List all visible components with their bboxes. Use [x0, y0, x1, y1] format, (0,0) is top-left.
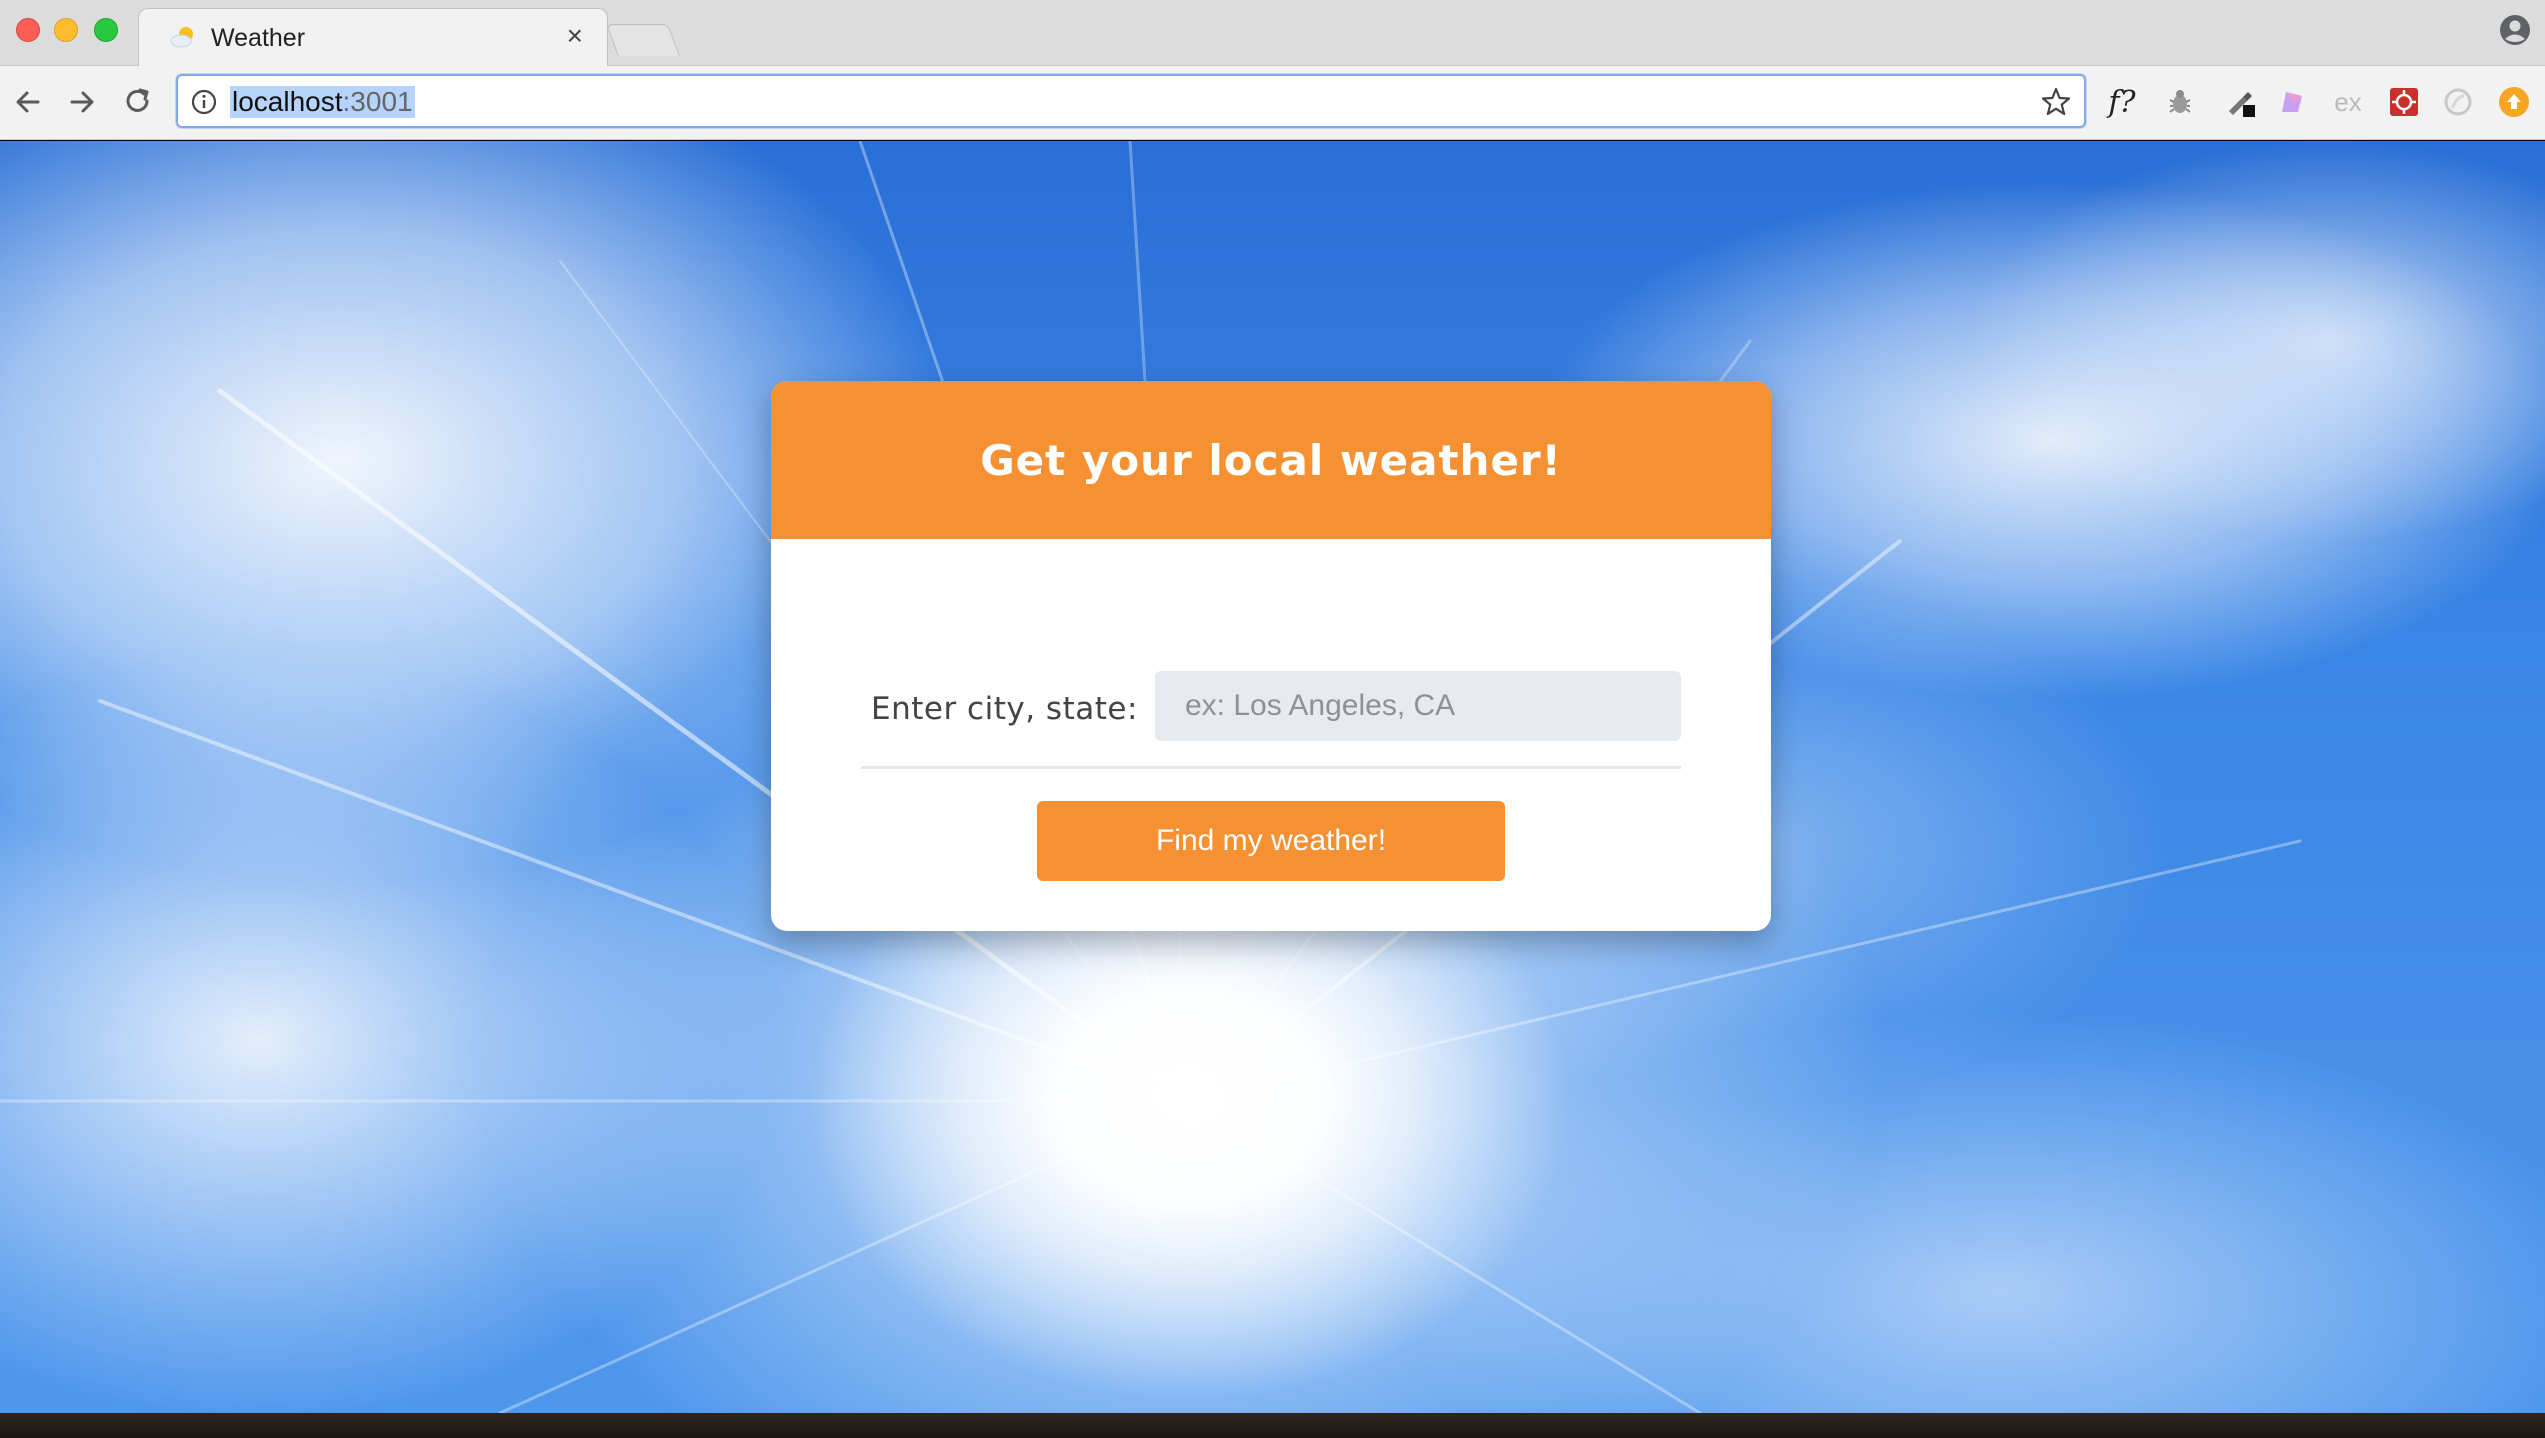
update-icon[interactable]: [2496, 84, 2532, 120]
close-window-button[interactable]: [16, 18, 40, 42]
bottom-strip: [0, 1413, 2545, 1438]
browser-tab-strip: Weather ×: [0, 0, 2545, 68]
ex-extension-icon[interactable]: ex: [2330, 84, 2366, 120]
minimize-window-button[interactable]: [54, 18, 78, 42]
find-weather-button[interactable]: Find my weather!: [1037, 801, 1505, 881]
font-finder-extension[interactable]: f?: [2104, 84, 2140, 120]
arrow-right-icon: [70, 91, 94, 113]
divider: [861, 766, 1681, 769]
tab-weather[interactable]: Weather ×: [138, 8, 608, 68]
url-text[interactable]: localhost:3001: [230, 86, 415, 118]
red-extension-icon[interactable]: [2386, 84, 2422, 120]
forward-button[interactable]: [64, 84, 100, 120]
pink-extension-icon[interactable]: [2274, 84, 2310, 120]
address-bar[interactable]: localhost:3001: [176, 74, 2086, 128]
url-host: localhost: [232, 86, 343, 117]
weather-form-card: Get your local weather! Enter city, stat…: [771, 381, 1771, 931]
info-icon[interactable]: [190, 88, 218, 116]
reload-icon: [126, 88, 149, 112]
maximize-window-button[interactable]: [94, 18, 118, 42]
reload-button[interactable]: [120, 84, 156, 120]
tab-title: Weather: [211, 24, 306, 52]
bug-extension-icon[interactable]: [2162, 84, 2198, 120]
tab-close-icon[interactable]: ×: [567, 20, 583, 51]
url-port: :3001: [342, 86, 413, 117]
city-field-label: Enter city, state:: [871, 691, 1138, 727]
card-header: Get your local weather!: [771, 381, 1771, 539]
back-button[interactable]: [10, 84, 46, 120]
city-input[interactable]: [1155, 671, 1681, 741]
browser-toolbar: localhost:3001 f? ex: [0, 66, 2545, 140]
card-title: Get your local weather!: [980, 435, 1562, 485]
new-tab-button[interactable]: [606, 24, 680, 56]
page-background: Get your local weather! Enter city, stat…: [0, 141, 2545, 1413]
profile-icon[interactable]: [2499, 14, 2531, 46]
gray-extension-icon[interactable]: [2440, 84, 2476, 120]
sun-cloud-icon: [170, 27, 193, 48]
eyedropper-extension-icon[interactable]: [2222, 84, 2258, 120]
bookmark-star-icon[interactable]: [2040, 86, 2072, 118]
arrow-left-icon: [16, 91, 40, 113]
